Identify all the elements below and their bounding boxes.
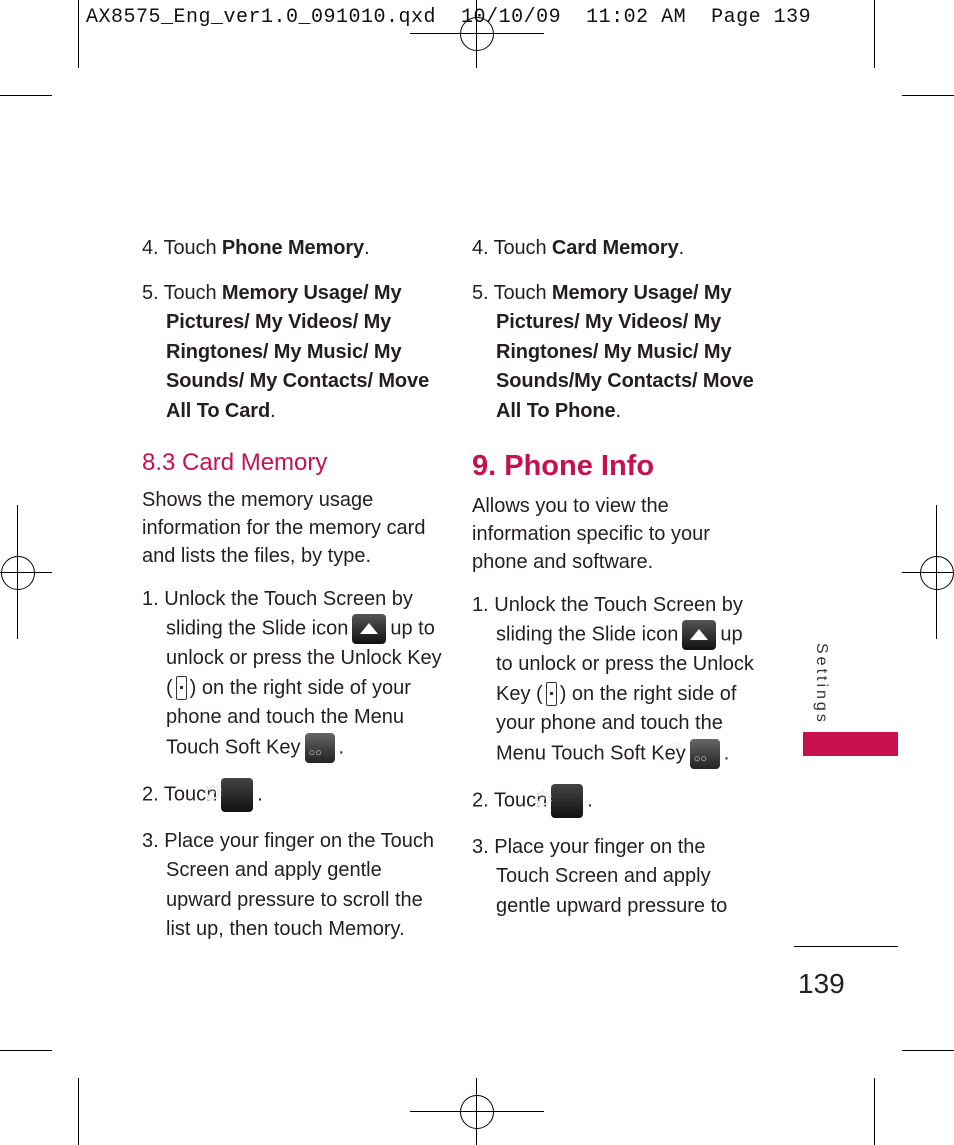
crop-mark [78,1078,79,1145]
crop-mark [902,1050,954,1051]
crop-mark [874,1078,875,1145]
section-heading-card-memory: 8.3 Card Memory [142,449,328,476]
left-step-4: 4. Touch Phone Memory. [142,237,370,259]
right-step-5: 5. Touch Memory Usage/ My Pictures/ My V… [472,281,754,422]
section-intro: Shows the memory usage information for t… [142,488,426,567]
left-column: 4. Touch Phone Memory. 5. Touch Memory U… [142,234,442,960]
right-step-2: 2. Touch. [472,783,762,818]
left-step-3: 3. Place your finger on the Touch Screen… [142,829,435,941]
crop-mark [0,95,52,96]
side-tab-marker [803,732,898,756]
left-step-1: 1. Unlock the Touch Screen by sliding th… [142,585,442,763]
right-column: 4. Touch Card Memory. 5. Touch Memory Us… [472,234,762,936]
registration-circle [1,556,35,590]
registration-circle [460,1095,494,1129]
registration-circle [460,17,494,51]
crop-mark [874,0,875,68]
section-heading-phone-info: 9. Phone Info [472,450,655,482]
registration-circle [920,556,954,590]
menu-soft-key-icon [689,738,720,769]
page-number: 139 [798,968,845,999]
right-step-3: 3. Place your finger on the Touch Screen… [472,835,728,917]
right-step-1: 1. Unlock the Touch Screen by sliding th… [472,591,762,769]
settings-gear-icon [551,783,584,818]
left-step-5: 5. Touch Memory Usage/ My Pictures/ My V… [142,281,430,422]
menu-soft-key-icon [304,732,335,763]
section-intro: Allows you to view the information speci… [472,494,710,573]
print-header: AX8575_Eng_ver1.0_091010.qxd 10/10/09 11… [86,6,812,29]
left-step-2: 2. Touch. [142,777,442,812]
side-tab-label: Settings [813,643,830,725]
crop-mark [78,0,79,68]
crop-mark [902,95,954,96]
unlock-key-icon [545,682,557,707]
right-step-4: 4. Touch Card Memory. [472,237,685,259]
slide-up-icon [352,614,387,644]
page-number-rule [794,946,898,947]
crop-mark [0,1050,52,1051]
settings-gear-icon [221,777,254,812]
slide-up-icon [682,620,717,650]
unlock-key-icon [175,676,187,701]
